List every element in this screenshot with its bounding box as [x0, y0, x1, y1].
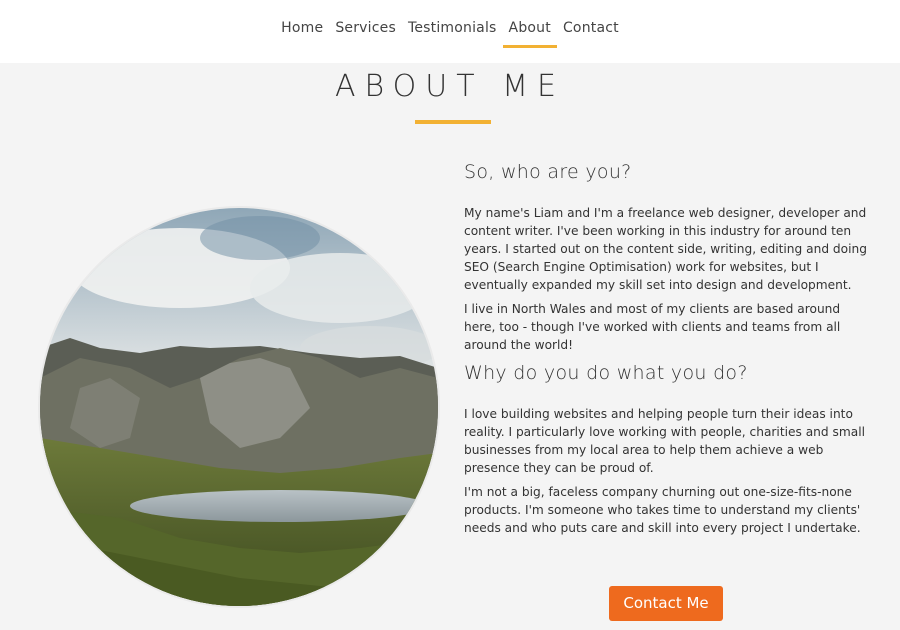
- section-heading: So, who are you?: [464, 161, 632, 183]
- nav-menu: Home Services Testimonials About Contact: [0, 17, 900, 48]
- section-paragraph: I live in North Wales and most of my cli…: [464, 302, 841, 352]
- section-paragraph: I love building websites and helping peo…: [464, 407, 865, 475]
- nav-item-about[interactable]: About: [502, 17, 558, 48]
- section-paragraph: My name's Liam and I'm a freelance web d…: [464, 206, 867, 292]
- section-heading: Why do you do what you do?: [464, 362, 748, 384]
- title-underline: [415, 120, 491, 124]
- top-navigation: Home Services Testimonials About Contact: [0, 0, 900, 63]
- nav-item-contact[interactable]: Contact: [557, 17, 625, 39]
- mountain-lake-image: [40, 208, 438, 606]
- nav-item-services[interactable]: Services: [329, 17, 402, 39]
- nav-item-testimonials[interactable]: Testimonials: [402, 17, 503, 39]
- contact-me-button[interactable]: Contact Me: [609, 586, 723, 621]
- about-content: So, who are you? My name's Liam and I'm …: [464, 158, 874, 537]
- profile-photo: [40, 208, 438, 606]
- section-paragraph: I'm not a big, faceless company churning…: [464, 485, 861, 535]
- page-title: ABOUT ME: [335, 69, 565, 104]
- nav-item-home[interactable]: Home: [275, 17, 329, 39]
